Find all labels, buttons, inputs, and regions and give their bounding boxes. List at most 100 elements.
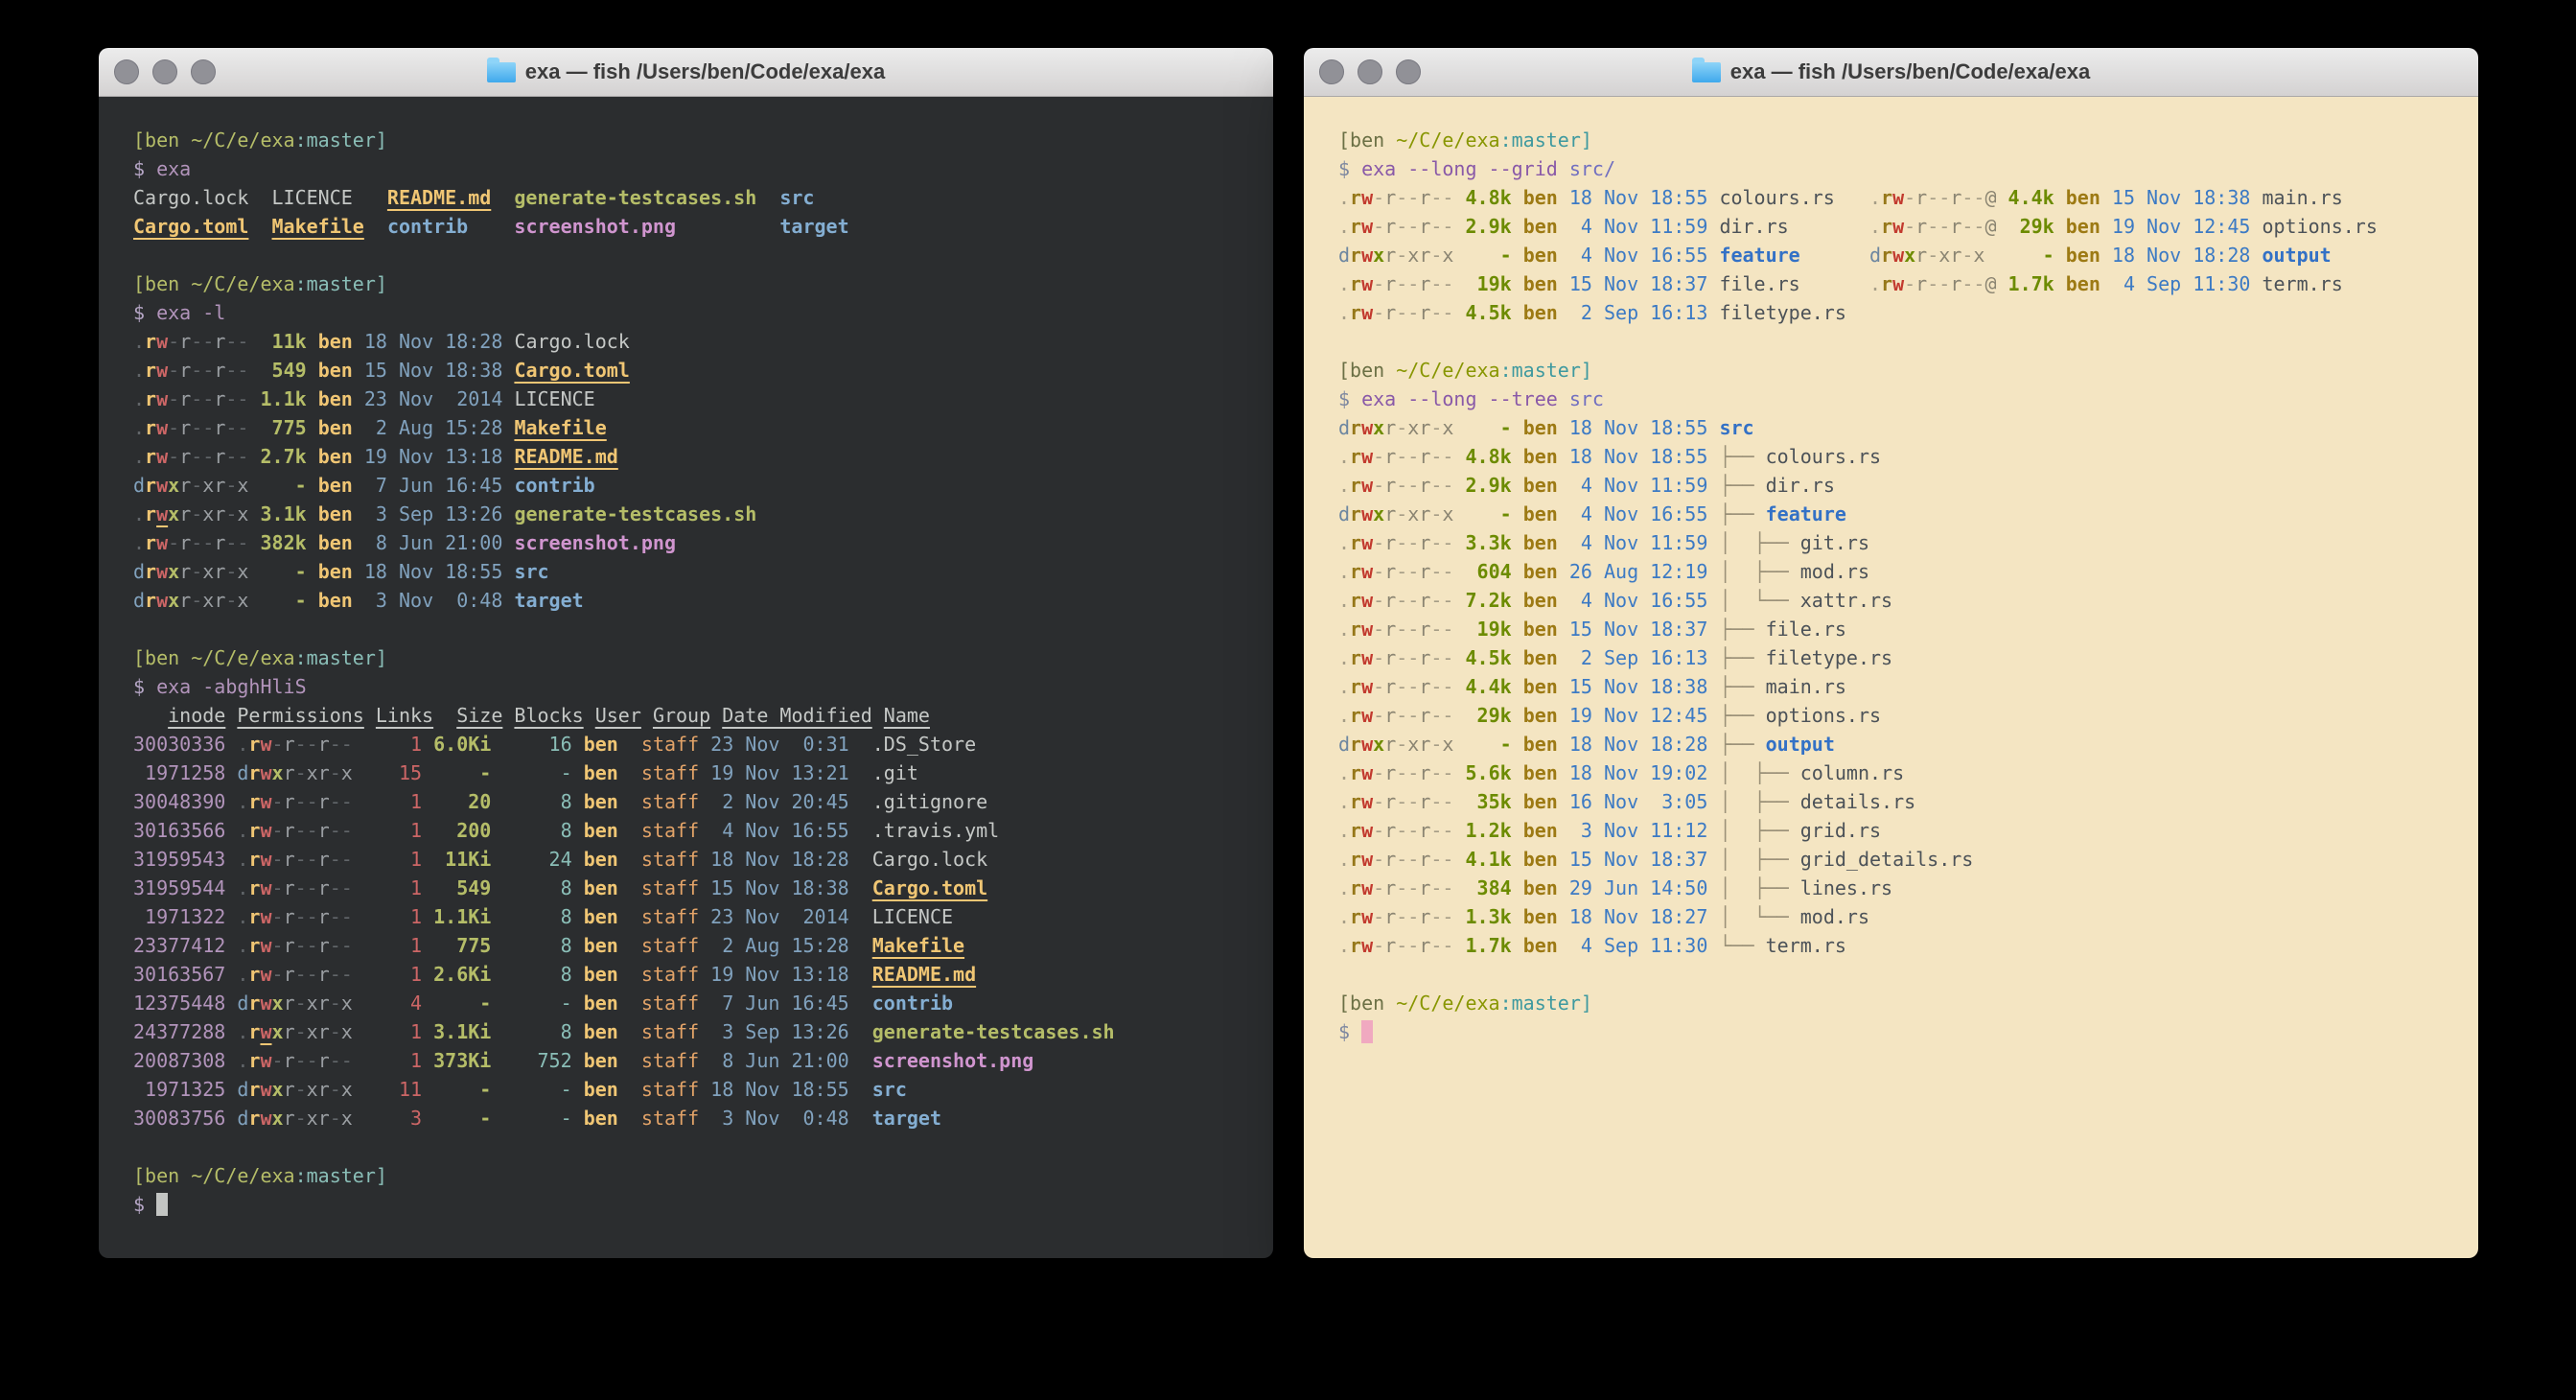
terminal-text-segment: ~/C/e/exa [191,1164,294,1187]
minimize-button[interactable] [152,59,177,84]
terminal-text-segment: ben [584,934,641,957]
terminal-text-segment: r [1350,244,1361,267]
terminal-line: .rw-r--r-- 29k ben 19 Nov 12:45 ├── opti… [1338,701,2478,730]
terminal-text-segment: r [248,790,260,813]
terminal-text-segment: w [1361,905,1373,928]
terminal-text-segment: r [145,560,156,583]
terminal-text-segment: ben [2066,215,2112,238]
terminal-text-segment: ~/C/e/exa [1396,359,1499,382]
terminal-text-segment: r [1384,646,1396,669]
terminal-text-segment: screenshot.png [514,215,676,238]
terminal-text-segment: - [272,848,284,871]
terminal-output-right[interactable]: [ben ~/C/e/exa:master]$ exa --long --gri… [1304,97,2478,1258]
terminal-text-segment: ben [1523,416,1569,439]
terminal-text-segment: r [1419,445,1430,468]
terminal-text-segment: - [1373,790,1384,813]
terminal-text-segment: ben [1523,474,1569,497]
terminal-text-segment: User [595,704,641,727]
titlebar-left[interactable]: exa — fish /Users/ben/Code/exa/exa [99,48,1273,97]
terminal-text-segment: r [318,733,330,756]
terminal-text-segment: x [1442,416,1453,439]
terminal-text-segment: x [272,1078,284,1101]
terminal-text-segment: 24 [502,848,583,871]
terminal-text-segment: @ [1984,215,1996,238]
terminal-text-segment: x [272,1107,284,1130]
terminal-line: .rw-r--r-- 2.9k ben 4 Nov 11:59 dir.rs .… [1338,212,2478,241]
zoom-button[interactable] [191,59,216,84]
terminal-line [1338,327,2478,356]
terminal-text-segment: - [272,819,284,842]
terminal-text-segment: . [1338,272,1350,295]
terminal-line: [ben ~/C/e/exa:master] [1338,126,2478,154]
terminal-text-segment: - [1407,675,1419,698]
terminal-text-segment: exa --long --tree [1361,387,1569,410]
terminal-text-segment: - [225,531,237,554]
terminal-output-left[interactable]: [ben ~/C/e/exa:master]$ exaCargo.lock LI… [99,97,1273,1258]
terminal-text-segment: 1.1Ki [433,905,502,928]
terminal-text-segment: - [191,387,202,410]
terminal-text-segment: r [1419,905,1430,928]
terminal-text-segment: w [156,387,168,410]
titlebar-right[interactable]: exa — fish /Users/ben/Code/exa/exa [1304,48,2478,97]
terminal-text-segment: - [1373,215,1384,238]
terminal-text-segment: LICENCE [872,905,953,928]
terminal-text-segment: - [1430,733,1442,756]
terminal-text-segment: r [179,445,191,468]
terminal-text-segment: - [237,387,248,410]
terminal-text-segment: - [1407,186,1419,209]
terminal-text-segment: - [1396,618,1407,641]
terminal-text-segment [1789,215,1869,238]
terminal-text-segment: main.rs [1766,675,1846,698]
terminal-text-segment: 382k [248,531,317,554]
terminal-text-segment: w [1361,474,1373,497]
terminal-text-segment: .DS_Store [872,733,976,756]
close-button[interactable] [1319,59,1344,84]
terminal-text-segment: feature [1719,244,1799,267]
terminal-text-segment: target [514,589,583,612]
terminal-text-segment: ├── [1719,704,1765,727]
terminal-text-segment: - [1407,646,1419,669]
terminal-text-segment: 19k [1453,618,1522,641]
terminal-text-segment: 4 [353,992,433,1015]
terminal-text-segment: ben [2066,186,2112,209]
terminal-text-segment: r [318,1107,330,1130]
terminal-text-segment: contrib [514,474,594,497]
terminal-text-segment: ben [1523,445,1569,468]
terminal-text-segment: - [1453,733,1522,756]
terminal-text-segment: - [1442,445,1453,468]
terminal-text-segment: - [1927,215,1938,238]
terminal-line: drwxr-xr-x - ben 18 Nov 18:28 ├── output [1338,730,2478,758]
terminal-text-segment: 1 [353,905,433,928]
window-title: exa — fish /Users/ben/Code/exa/exa [487,59,885,84]
terminal-text-segment: 15 Nov 18:38 [364,359,515,382]
terminal-line: .rw-r--r-- 1.2k ben 3 Nov 11:12 │ ├── gr… [1338,816,2478,845]
close-button[interactable] [114,59,139,84]
terminal-text-segment: 11 [353,1078,433,1101]
terminal-line: drwxr-xr-x - ben 4 Nov 16:55 feature drw… [1338,241,2478,269]
terminal-text-segment: mod.rs [1800,560,1869,583]
terminal-text-segment: w [260,963,271,986]
terminal-text-segment: ├── [1719,618,1765,641]
terminal-line: .rw-r--r-- 4.1k ben 15 Nov 18:37 │ ├── g… [1338,845,2478,874]
terminal-text-segment: 4.8k [1453,186,1522,209]
terminal-text-segment: x [202,589,214,612]
terminal-text-segment: x [307,1078,318,1101]
terminal-line: $ exa -l [133,298,1273,327]
terminal-text-segment: . [133,531,145,554]
terminal-text-segment: r [145,531,156,554]
terminal-text-segment: 19 Nov 13:18 [364,445,515,468]
terminal-text-segment: 1.2k [1453,819,1522,842]
terminal-text-segment: r [1915,186,1927,209]
terminal-text-segment: - [1430,934,1442,957]
terminal-text-segment: - [341,733,353,756]
terminal-text-segment: :master] [295,272,387,295]
terminal-text-segment: r [318,992,330,1015]
terminal-text-segment: @ [1984,272,1996,295]
terminal-text-segment: 15 Nov 18:38 [2112,186,2263,209]
terminal-text-segment: r [1384,186,1396,209]
terminal-text-segment: x [168,560,179,583]
minimize-button[interactable] [1358,59,1382,84]
zoom-button[interactable] [1396,59,1421,84]
terminal-text-segment: r [248,905,260,928]
terminal-line: [ben ~/C/e/exa:master] [1338,989,2478,1017]
